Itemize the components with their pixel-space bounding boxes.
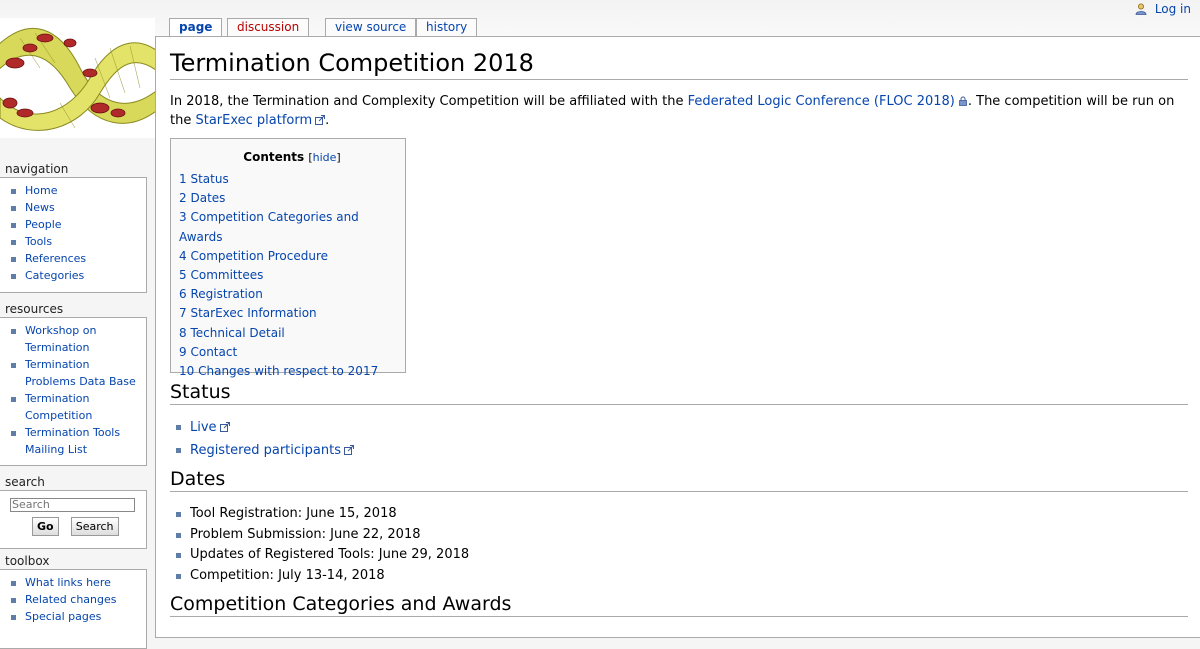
intro-paragraph: In 2018, the Termination and Complexity … — [170, 92, 1188, 130]
nav-item-home: Home — [0, 182, 146, 199]
login-link[interactable]: Log in — [1155, 2, 1191, 16]
live-link[interactable]: Live — [190, 420, 230, 435]
nav-link-home[interactable]: Home — [25, 184, 57, 197]
content-area: Termination Competition 2018 In 2018, th… — [155, 36, 1200, 638]
status-list: Live Registered participants — [170, 416, 354, 462]
toolbox-link-what-links-here[interactable]: What links here — [25, 576, 111, 589]
toc-title: Contents [hide] — [243, 150, 341, 164]
resources-heading: resources — [5, 302, 64, 316]
toc-item[interactable]: 7 StarExec Information — [179, 304, 405, 323]
nav-link-references[interactable]: References — [25, 252, 86, 265]
resource-link-mailing-list[interactable]: Termination Tools Mailing List — [25, 426, 120, 456]
toc-item[interactable]: 6 Registration — [179, 285, 405, 304]
list-item: Registered participants — [170, 439, 354, 462]
site-logo[interactable] — [0, 18, 155, 138]
nav-link-categories[interactable]: Categories — [25, 269, 84, 282]
tab-history[interactable]: history — [416, 18, 478, 36]
list-item: Tool Registration: June 15, 2018 — [170, 504, 469, 525]
nav-item-categories: Categories — [0, 267, 146, 284]
nav-link-news[interactable]: News — [25, 201, 55, 214]
toolbox-link-special-pages[interactable]: Special pages — [25, 610, 101, 623]
resource-item-workshop: Workshop on Termination — [0, 322, 146, 356]
tab-view-source[interactable]: view source — [325, 18, 417, 36]
dates-list: Tool Registration: June 15, 2018 Problem… — [170, 504, 469, 586]
nav-item-people: People — [0, 216, 146, 233]
toc-item[interactable]: 1 Status — [179, 170, 405, 189]
list-item: Competition: July 13-14, 2018 — [170, 566, 469, 587]
tab-page[interactable]: page — [169, 18, 223, 38]
external-link-icon — [219, 422, 230, 432]
portlet-toolbox: toolbox What links here Related changes … — [0, 553, 147, 649]
toc-item[interactable]: 4 Competition Procedure — [179, 247, 405, 266]
nav-item-tools: Tools — [0, 233, 146, 250]
toc-hide-link[interactable]: hide — [313, 151, 337, 164]
external-link-icon — [343, 445, 354, 455]
toolbox-item-what-links-here: What links here — [0, 574, 146, 591]
portlet-navigation: navigation Home News People Tools Refere… — [0, 161, 147, 293]
resource-link-workshop[interactable]: Workshop on Termination — [25, 324, 96, 354]
section-heading-dates: Dates — [170, 467, 1188, 492]
intro-text-3: . — [325, 113, 330, 128]
resources-body: Workshop on Termination Termination Prob… — [0, 317, 147, 466]
table-of-contents: Contents [hide] 1 Status 2 Dates 3 Compe… — [170, 138, 406, 378]
nav-item-news: News — [0, 199, 146, 216]
resource-item-mailing-list: Termination Tools Mailing List — [0, 424, 146, 458]
intro-text-1: In 2018, the Termination and Complexity … — [170, 94, 688, 109]
starexec-link[interactable]: StarExec platform — [195, 113, 326, 128]
nav-link-people[interactable]: People — [25, 218, 62, 231]
navigation-body: Home News People Tools References Catego… — [0, 177, 147, 293]
navigation-heading: navigation — [5, 162, 69, 176]
search-body: Go Search — [0, 490, 147, 549]
top-bar: page discussion view source history Log … — [0, 0, 1200, 38]
list-item: Problem Submission: June 22, 2018 — [170, 525, 469, 546]
toc-item[interactable]: 10 Changes with respect to 2017 — [179, 362, 405, 381]
personal-tools: Log in — [1135, 2, 1191, 16]
search-heading: search — [5, 475, 45, 489]
toolbox-link-related-changes[interactable]: Related changes — [25, 593, 117, 606]
search-button[interactable]: Search — [70, 517, 119, 536]
external-link-icon — [315, 115, 326, 125]
logo-image — [0, 18, 155, 138]
portlet-resources: resources Workshop on Termination Termin… — [0, 301, 147, 466]
resource-item-competition: Termination Competition — [0, 390, 146, 424]
toolbox-item-related-changes: Related changes — [0, 591, 146, 608]
lock-icon — [958, 96, 967, 106]
toc-item[interactable]: 9 Contact — [179, 343, 405, 362]
section-heading-categories: Competition Categories and Awards — [170, 592, 1188, 617]
search-input[interactable] — [10, 498, 135, 512]
toolbox-body: What links here Related changes Special … — [0, 569, 147, 649]
list-item: Updates of Registered Tools: June 29, 20… — [170, 545, 469, 566]
toc-item[interactable]: 2 Dates — [179, 189, 405, 208]
resource-link-tpdb[interactable]: Termination Problems Data Base — [25, 358, 136, 388]
toc-item[interactable]: 3 Competition Categories and Awards — [179, 208, 405, 246]
page-title: Termination Competition 2018 — [170, 47, 1188, 80]
nav-link-tools[interactable]: Tools — [25, 235, 52, 248]
portlet-search: search Go Search — [0, 474, 147, 549]
go-button[interactable]: Go — [32, 517, 59, 536]
list-item: Live — [170, 416, 354, 439]
toolbox-heading: toolbox — [5, 554, 50, 568]
toc-item[interactable]: 8 Technical Detail — [179, 324, 405, 343]
registered-participants-link[interactable]: Registered participants — [190, 443, 354, 458]
floc-link[interactable]: Federated Logic Conference (FLOC 2018) — [688, 94, 968, 109]
resource-link-competition[interactable]: Termination Competition — [25, 392, 92, 422]
nav-item-references: References — [0, 250, 146, 267]
toc-item[interactable]: 5 Committees — [179, 266, 405, 285]
toolbox-item-special-pages: Special pages — [0, 608, 146, 625]
tab-discussion[interactable]: discussion — [227, 18, 310, 36]
resource-item-tpdb: Termination Problems Data Base — [0, 356, 146, 390]
section-heading-status: Status — [170, 380, 1188, 405]
user-icon — [1135, 3, 1147, 15]
